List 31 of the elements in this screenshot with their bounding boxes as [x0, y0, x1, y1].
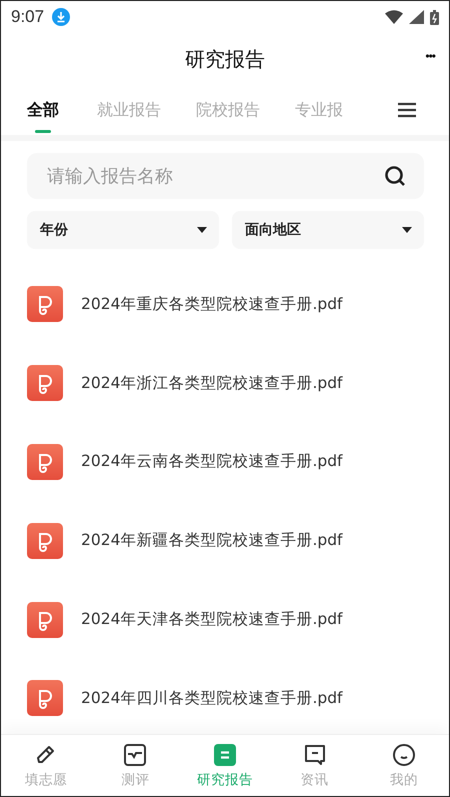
smiley-icon [392, 742, 416, 766]
more-button[interactable]: ••• [423, 47, 437, 65]
caret-icon [402, 227, 412, 233]
pdf-icon [27, 444, 63, 480]
pdf-icon [27, 365, 63, 402]
chat-icon [302, 742, 327, 766]
page-title: 研究报告 [185, 46, 265, 72]
caret-icon [197, 227, 207, 233]
file-name[interactable]: 2024年四川各类型院校速查手册.pdf [81, 688, 343, 709]
battery-icon [430, 10, 439, 24]
signal-icon [409, 10, 424, 24]
pdf-icon [27, 680, 63, 716]
status-time: 9:07 [11, 7, 44, 27]
download-icon [52, 8, 70, 26]
pdf-icon [27, 602, 63, 638]
file-name[interactable]: 2024年浙江各类型院校速查手册.pdf [81, 372, 343, 394]
menu-icon [397, 102, 417, 118]
file-name[interactable]: 2024年天津各类型院校速查手册.pdf [81, 609, 343, 630]
search-icon [384, 165, 406, 187]
wifi-icon [385, 10, 403, 24]
file-name[interactable]: 2024年云南各类型院校速查手册.pdf [81, 451, 343, 472]
pdf-icon [27, 286, 63, 322]
filter-dropdown[interactable]: 年份 [27, 211, 219, 249]
file-name[interactable]: 2024年重庆各类型院校速查手册.pdf [81, 294, 343, 315]
filter-dropdown[interactable]: 面向地区 [232, 211, 424, 249]
search-field[interactable]: 请输入报告名称 [27, 153, 424, 199]
tab[interactable]: 全部 [27, 85, 59, 135]
pdf-icon [27, 522, 63, 559]
file-name[interactable]: 2024年新疆各类型院校速查手册.pdf [81, 530, 343, 552]
document-icon [212, 742, 237, 766]
chart-icon [123, 742, 148, 766]
